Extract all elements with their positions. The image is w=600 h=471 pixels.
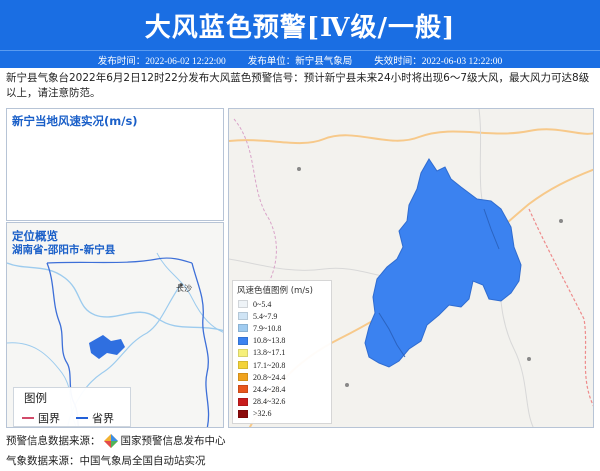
wind-legend-item: 24.4~28.4 <box>233 383 331 395</box>
wind-legend-item: >32.6 <box>233 408 331 420</box>
warning-title: 大风蓝色预警[Ⅳ级/一般] <box>144 12 456 43</box>
wind-legend-swatch <box>238 397 248 406</box>
wind-legend-label: 5.4~7.9 <box>253 311 278 321</box>
weather-source-line: 气象数据来源： 中国气象局全国自动站实况 <box>6 453 206 468</box>
wind-legend-label: 10.8~13.8 <box>253 336 286 346</box>
wind-legend-swatch <box>238 336 248 345</box>
wind-legend-item: 5.4~7.9 <box>233 310 331 322</box>
legend-item-provincial-border: 省界 <box>76 410 114 426</box>
wind-legend-label: 28.4~32.6 <box>253 397 286 407</box>
warning-source-line: 预警信息数据来源： 国家预警信息发布中心 <box>6 433 226 448</box>
publish-time: 发布时间：2022-06-02 12:22:00 <box>97 56 226 67</box>
wind-legend-item: 17.1~20.8 <box>233 359 331 371</box>
wind-legend-swatch <box>238 348 248 357</box>
warning-center-logo-icon <box>103 433 118 448</box>
boundary-legend: 图例 国界 省界 <box>13 387 131 427</box>
wind-legend-swatch <box>238 409 248 418</box>
wind-legend-label: 24.4~28.4 <box>253 384 286 394</box>
wind-speed-panel: 新宁当地风速实况(m/s) <box>6 108 224 221</box>
warning-banner: 大风蓝色预警[Ⅳ级/一般] <box>0 0 600 50</box>
wind-legend-item: 10.8~13.8 <box>233 335 331 347</box>
location-overview-panel: 长沙 定位概览 湖南省-邵阳市-新宁县 图例 国界 省界 <box>6 222 224 428</box>
wind-legend-swatch <box>238 373 248 382</box>
wind-legend-item: 20.8~24.4 <box>233 371 331 383</box>
wind-legend-label: 0~5.4 <box>253 299 272 309</box>
warning-description: 新宁县气象台2022年6月2日12时22分发布大风蓝色预警信号：预计新宁县未来2… <box>6 72 590 99</box>
wind-legend-label: >32.6 <box>253 409 272 419</box>
wind-legend-label: 7.9~10.8 <box>253 323 282 333</box>
warning-source-prefix: 预警信息数据来源： <box>6 435 101 447</box>
wind-legend-swatch <box>238 385 248 394</box>
wind-legend-title: 风速色值图例 (m/s) <box>237 286 313 296</box>
provincial-border-swatch <box>76 417 88 419</box>
wind-speed-legend: 风速色值图例 (m/s) 0~5.4 5.4~7.9 7.9~10.8 10.8~13… <box>232 280 332 424</box>
weather-source-prefix: 气象数据来源： <box>6 455 80 467</box>
wind-panel-title: 新宁当地风速实况(m/s) <box>12 114 138 128</box>
changsha-label: 长沙 <box>176 283 192 293</box>
location-region: 湖南省-邵阳市-新宁县 <box>12 244 116 256</box>
legend-item-national-border: 国界 <box>22 410 60 426</box>
wind-legend-item: 28.4~32.6 <box>233 396 331 408</box>
wind-legend-swatch <box>238 312 248 321</box>
provincial-border-label: 省界 <box>92 412 114 425</box>
wind-legend-item: 7.9~10.8 <box>233 322 331 334</box>
warning-source-name: 国家预警信息发布中心 <box>120 435 226 447</box>
wind-legend-label: 17.1~20.8 <box>253 360 286 370</box>
boundary-legend-title: 图例 <box>24 391 47 405</box>
wind-legend-swatch <box>238 300 248 309</box>
weather-source-name: 中国气象局全国自动站实况 <box>79 455 206 467</box>
expire-time: 失效时间：2022-06-03 12:22:00 <box>374 56 503 67</box>
warning-area-map[interactable]: 风速色值图例 (m/s) 0~5.4 5.4~7.9 7.9~10.8 10.8~13… <box>228 108 594 428</box>
wind-legend-label: 13.8~17.1 <box>253 348 286 358</box>
wind-legend-swatch <box>238 324 248 333</box>
national-border-swatch <box>22 417 34 419</box>
warning-info-bar: 发布时间：2022-06-02 12:22:00 发布单位：新宁县气象局 失效时… <box>0 50 600 68</box>
publisher: 发布单位：新宁县气象局 <box>247 56 353 67</box>
wind-legend-swatch <box>238 361 248 370</box>
wind-legend-item: 13.8~17.1 <box>233 347 331 359</box>
wind-legend-label: 20.8~24.4 <box>253 372 286 382</box>
national-border-label: 国界 <box>38 412 60 425</box>
wind-legend-item: 0~5.4 <box>233 298 331 310</box>
